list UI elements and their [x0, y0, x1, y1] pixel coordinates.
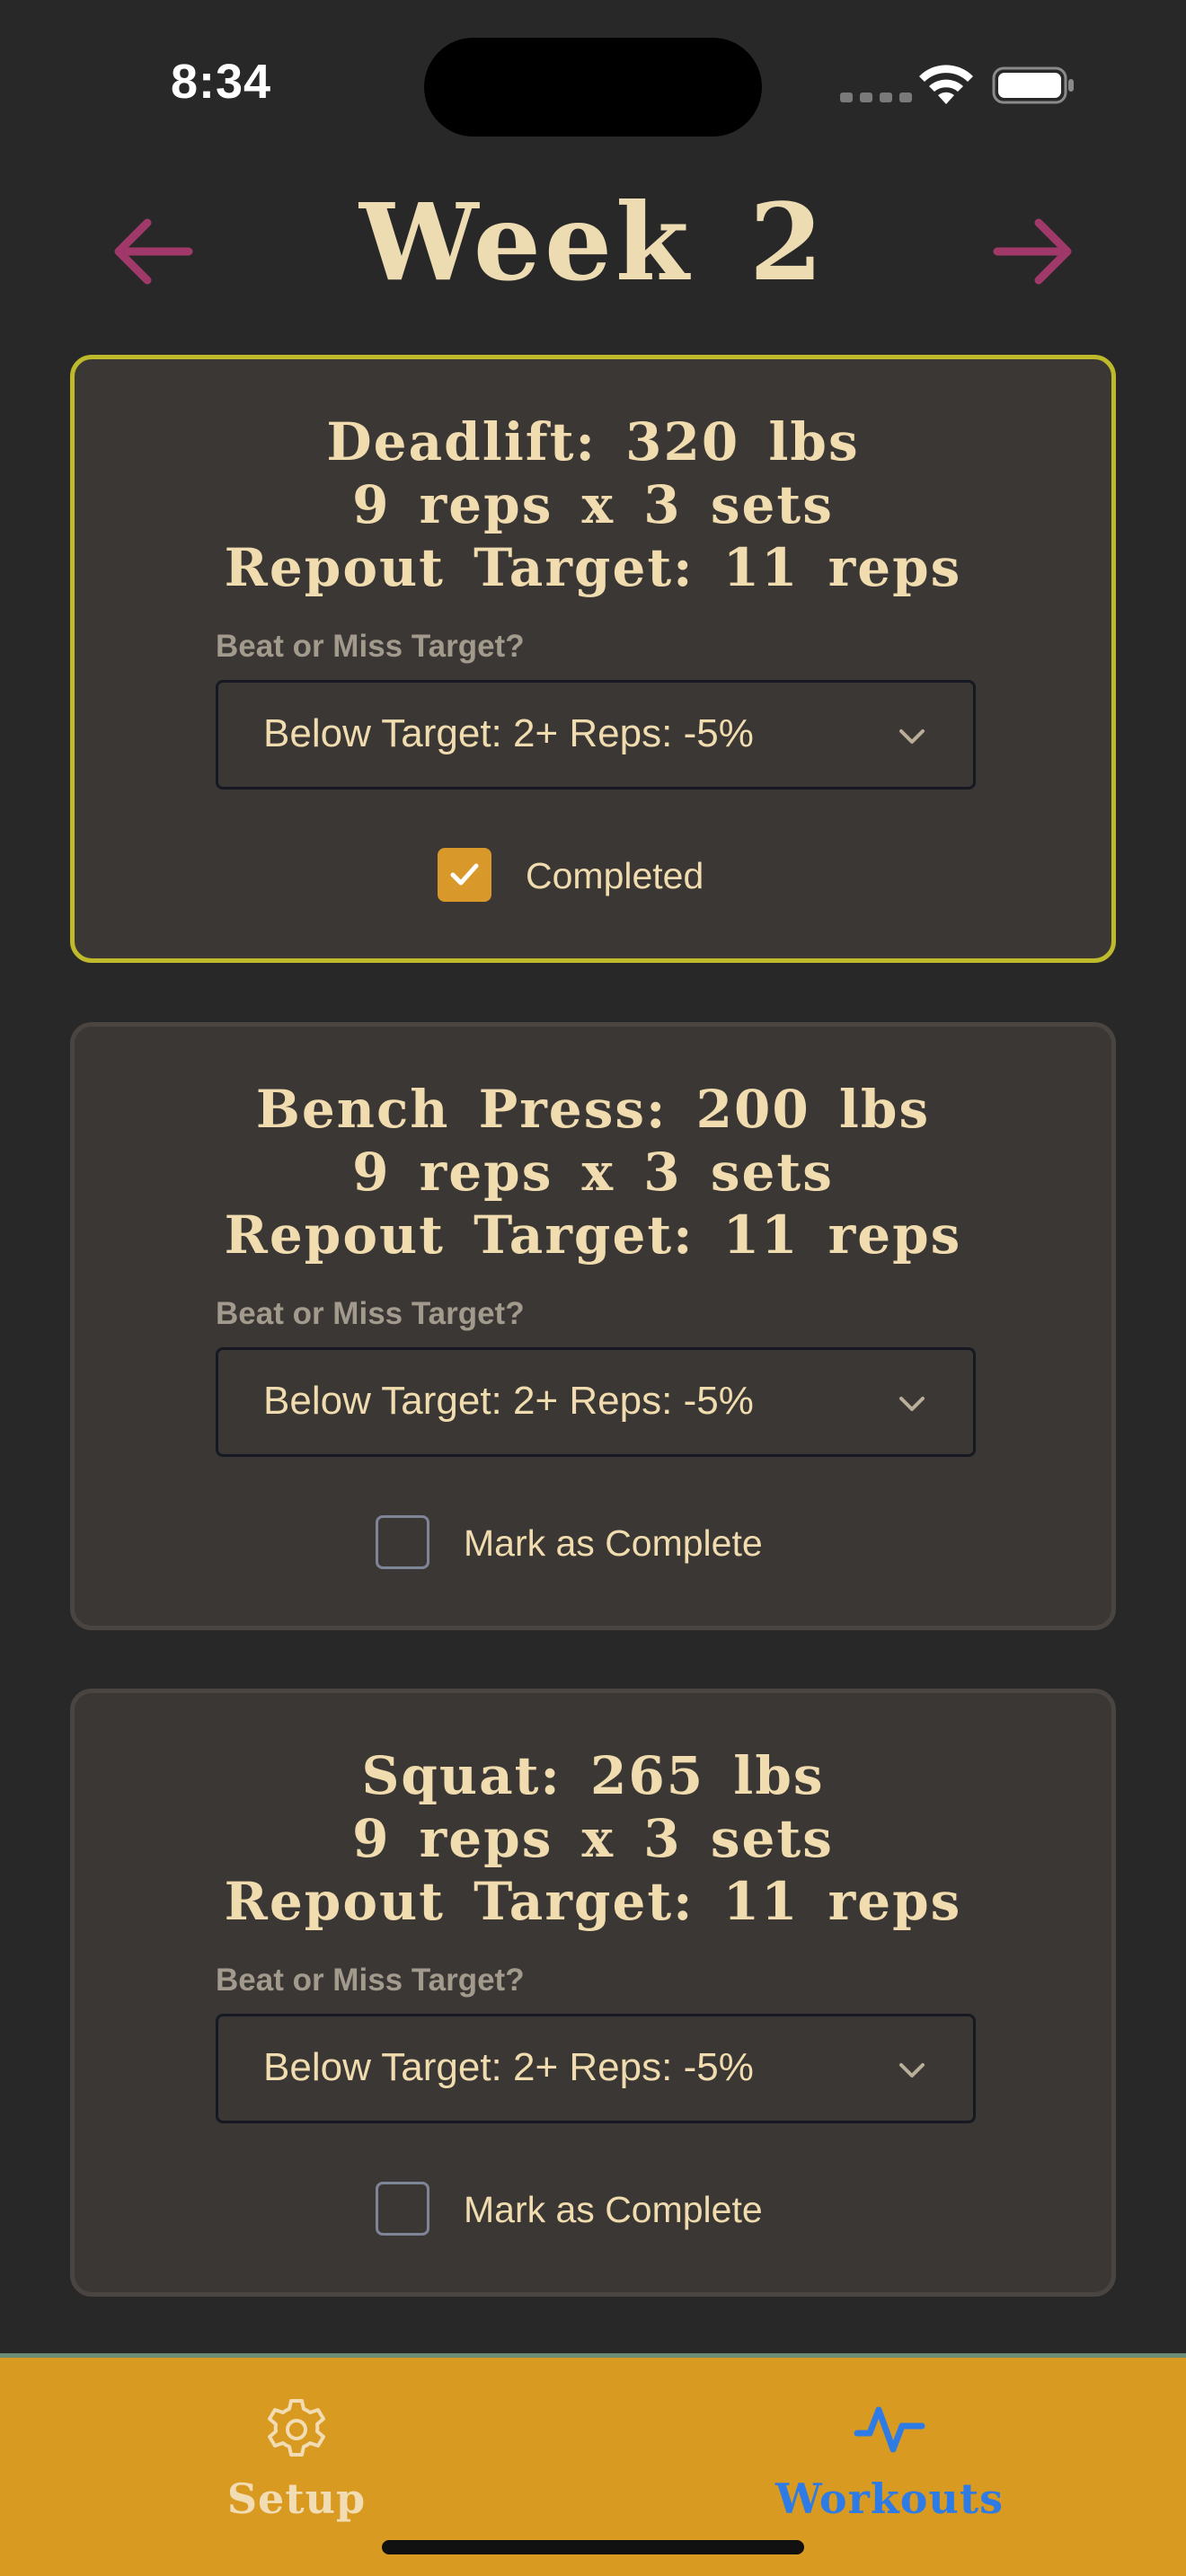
next-week-arrow-icon[interactable] [981, 207, 1080, 296]
workout-card-squat: Squat: 265 lbs 9 reps x 3 sets Repout Ta… [70, 1689, 1116, 2297]
target-result-select[interactable]: Below Target: 2+ Reps: -5% [216, 680, 976, 790]
exercise-weight: Squat: 265 lbs [361, 1745, 825, 1806]
repout-target: Repout Target: 11 reps [224, 537, 962, 598]
chevron-down-icon [899, 1397, 925, 1411]
cellular-signal-icon [840, 93, 912, 102]
reps-sets: 9 reps x 3 sets [352, 1142, 834, 1203]
repout-target: Repout Target: 11 reps [224, 1871, 962, 1932]
tab-workouts-label: Workouts [775, 2475, 1004, 2523]
dynamic-island [424, 38, 762, 137]
complete-label: Mark as Complete [464, 2189, 763, 2230]
prev-week-arrow-icon[interactable] [106, 207, 205, 296]
gear-icon [268, 2399, 325, 2457]
select-value: Below Target: 2+ Reps: -5% [263, 1379, 754, 1423]
complete-row: Mark as Complete [75, 1512, 1111, 1575]
status-bar: 8:34 [0, 0, 1186, 171]
completed-checkbox[interactable] [438, 848, 491, 902]
target-result-select[interactable]: Below Target: 2+ Reps: -5% [216, 2014, 976, 2123]
home-indicator [382, 2540, 804, 2554]
workout-card-deadlift: Deadlift: 320 lbs 9 reps x 3 sets Repout… [70, 355, 1116, 963]
workout-card-bench-press: Bench Press: 200 lbs 9 reps x 3 sets Rep… [70, 1022, 1116, 1630]
select-value: Below Target: 2+ Reps: -5% [263, 2045, 754, 2089]
complete-row: Completed [75, 844, 1111, 907]
chevron-down-icon [899, 729, 925, 744]
beat-or-miss-label: Beat or Miss Target? [216, 1963, 525, 1998]
status-time: 8:34 [171, 55, 272, 109]
wifi-icon [919, 65, 973, 104]
reps-sets: 9 reps x 3 sets [352, 474, 834, 535]
complete-label: Mark as Complete [464, 1522, 763, 1564]
mark-complete-checkbox[interactable] [376, 2182, 429, 2236]
checkmark-icon [450, 863, 479, 886]
complete-label: Completed [526, 855, 704, 896]
tab-setup-label: Setup [226, 2475, 367, 2523]
reps-sets: 9 reps x 3 sets [352, 1808, 834, 1869]
week-header: Week 2 [0, 171, 1186, 350]
exercise-weight: Bench Press: 200 lbs [255, 1079, 931, 1140]
chevron-down-icon [899, 2063, 925, 2078]
target-result-select[interactable]: Below Target: 2+ Reps: -5% [216, 1347, 976, 1457]
beat-or-miss-label: Beat or Miss Target? [216, 629, 525, 664]
activity-pulse-icon [854, 2406, 925, 2453]
week-title: Week 2 [359, 180, 827, 304]
complete-row: Mark as Complete [75, 2178, 1111, 2241]
beat-or-miss-label: Beat or Miss Target? [216, 1296, 525, 1331]
select-value: Below Target: 2+ Reps: -5% [263, 711, 754, 755]
repout-target: Repout Target: 11 reps [224, 1204, 962, 1266]
exercise-weight: Deadlift: 320 lbs [326, 411, 860, 472]
mark-complete-checkbox[interactable] [376, 1515, 429, 1569]
battery-icon [992, 66, 1074, 104]
